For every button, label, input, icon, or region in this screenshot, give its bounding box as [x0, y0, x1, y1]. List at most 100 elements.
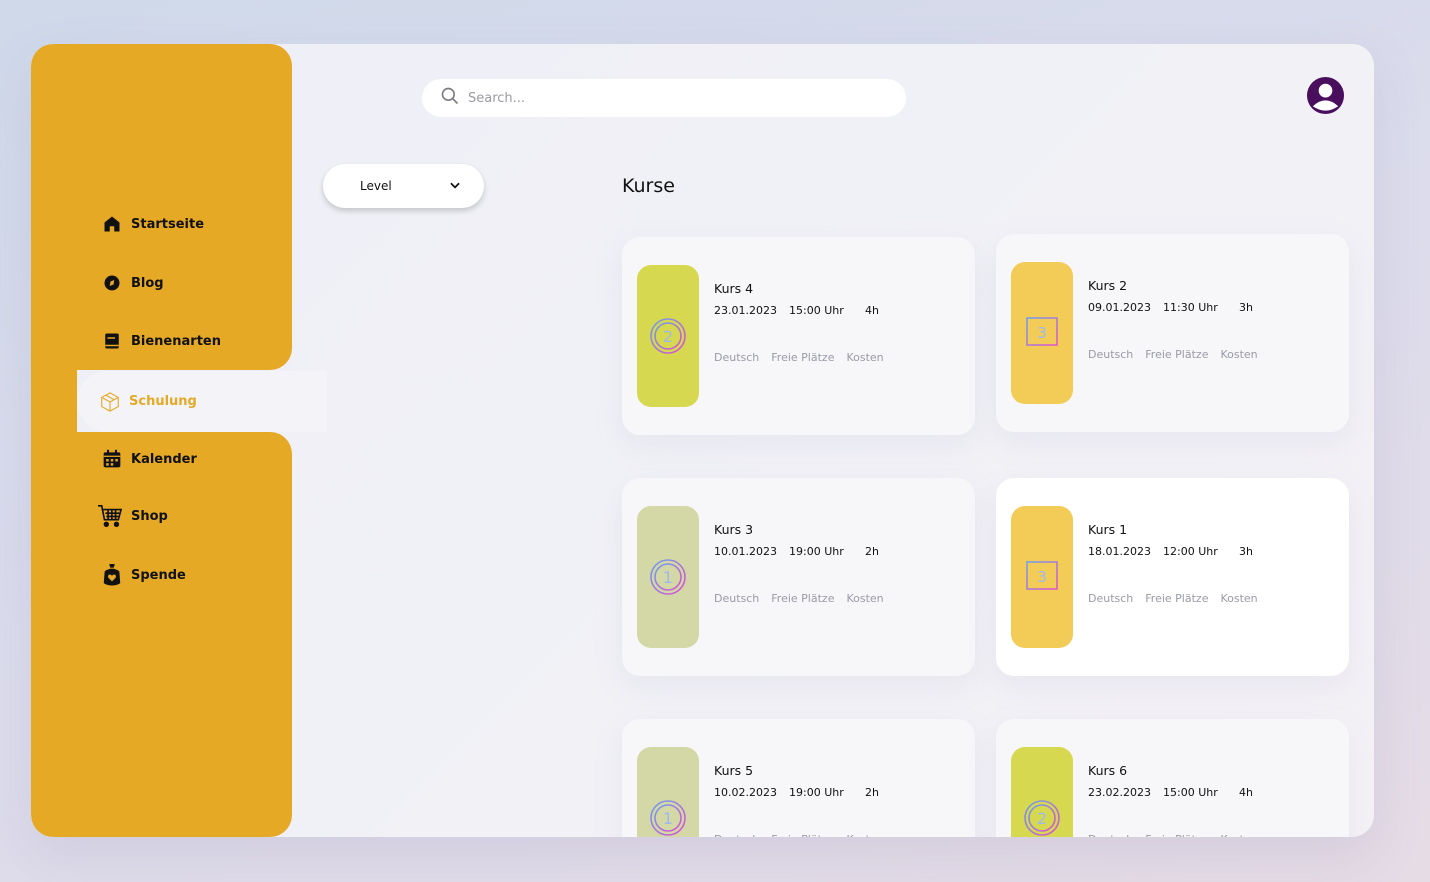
- course-time: 15:00 Uhr: [1163, 786, 1218, 799]
- course-duration: 3h: [1239, 545, 1253, 558]
- course-info: Deutsch Freie Plätze Kosten: [1088, 348, 1258, 361]
- course-info: Deutsch Freie Plätze Kosten: [714, 592, 884, 605]
- sidebar-gapfill: [31, 364, 77, 438]
- course-duration: 2h: [865, 545, 879, 558]
- course-card[interactable]: 2 Kurs 6 23.02.2023 15:00 Uhr 4h Deutsch…: [996, 719, 1349, 837]
- svg-text:2: 2: [663, 327, 673, 346]
- course-time: 19:00 Uhr: [789, 786, 844, 799]
- course-meta: 23.02.2023 15:00 Uhr 4h: [1088, 786, 1253, 799]
- course-time: 19:00 Uhr: [789, 545, 844, 558]
- course-date: 09.01.2023: [1088, 301, 1151, 314]
- sidebar-item-blog[interactable]: Blog: [101, 272, 164, 294]
- course-name: Kurs 4: [714, 281, 754, 296]
- course-card[interactable]: 3 Kurs 1 18.01.2023 12:00 Uhr 3h Deutsch…: [996, 478, 1349, 676]
- sidebar-item-startseite[interactable]: Startseite: [101, 213, 204, 235]
- svg-text:2: 2: [1037, 809, 1047, 828]
- svg-text:3: 3: [1037, 568, 1047, 586]
- sidebar-item-label: Spende: [131, 567, 186, 583]
- course-cost: Kosten: [846, 592, 884, 605]
- course-time: 11:30 Uhr: [1163, 301, 1218, 314]
- search-icon: [440, 86, 460, 110]
- course-thumbnail: 1: [637, 506, 699, 648]
- course-duration: 4h: [865, 304, 879, 317]
- course-seats: Freie Plätze: [1145, 833, 1208, 837]
- level-2-icon: 2: [1024, 800, 1060, 836]
- course-meta: 10.02.2023 19:00 Uhr 2h: [714, 786, 879, 799]
- course-duration: 2h: [865, 786, 879, 799]
- course-language: Deutsch: [714, 351, 760, 364]
- sidebar-bottom: [31, 432, 292, 837]
- sidebar-item-schulung[interactable]: Schulung: [77, 371, 327, 432]
- course-card[interactable]: 1 Kurs 3 10.01.2023 19:00 Uhr 2h Deutsch…: [622, 478, 975, 676]
- course-card[interactable]: 3 Kurs 2 09.01.2023 11:30 Uhr 3h Deutsch…: [996, 234, 1349, 432]
- course-thumbnail: 3: [1011, 262, 1073, 404]
- home-icon: [101, 213, 123, 235]
- course-card[interactable]: 2 Kurs 4 23.01.2023 15:00 Uhr 4h Deutsch…: [622, 237, 975, 435]
- course-thumbnail: 1: [637, 747, 699, 837]
- course-name: Kurs 2: [1088, 278, 1128, 293]
- course-date: 10.02.2023: [714, 786, 777, 799]
- level-dropdown-label: Level: [360, 179, 392, 193]
- course-meta: 23.01.2023 15:00 Uhr 4h: [714, 304, 879, 317]
- sidebar-item-spende[interactable]: Spende: [101, 564, 186, 586]
- search-input[interactable]: [468, 90, 848, 106]
- course-card[interactable]: 1 Kurs 5 10.02.2023 19:00 Uhr 2h Deutsch…: [622, 719, 975, 837]
- course-meta: 10.01.2023 19:00 Uhr 2h: [714, 545, 879, 558]
- sidebar-item-shop[interactable]: Shop: [97, 505, 168, 527]
- svg-text:3: 3: [1037, 324, 1047, 342]
- course-name: Kurs 1: [1088, 522, 1128, 537]
- course-info: Deutsch Freie Plätze Kosten: [714, 833, 884, 837]
- course-time: 15:00 Uhr: [789, 304, 844, 317]
- level-3-icon: 3: [1026, 317, 1058, 349]
- course-language: Deutsch: [714, 833, 759, 837]
- sidebar-item-label: Kalender: [131, 451, 197, 467]
- course-cost: Kosten: [1220, 348, 1258, 361]
- svg-text:1: 1: [663, 809, 673, 828]
- sidebar-item-label: Blog: [131, 275, 164, 291]
- course-date: 23.01.2023: [714, 304, 777, 317]
- sidebar-item-bienenarten[interactable]: Bienenarten: [101, 330, 221, 352]
- sidebar-top: [31, 44, 292, 370]
- app-window: Startseite Blog Bienenarten Schulung Kal…: [31, 44, 1374, 837]
- course-meta: 09.01.2023 11:30 Uhr 3h: [1088, 301, 1253, 314]
- course-info: Deutsch Freie Plätze Kosten: [1088, 592, 1258, 605]
- course-meta: 18.01.2023 12:00 Uhr 3h: [1088, 545, 1253, 558]
- cart-icon: [97, 505, 123, 527]
- course-name: Kurs 6: [1088, 763, 1128, 778]
- course-seats: Freie Plätze: [1145, 592, 1209, 605]
- package-icon: [99, 391, 121, 413]
- chevron-down-icon: [448, 178, 462, 195]
- course-name: Kurs 3: [714, 522, 754, 537]
- course-duration: 4h: [1239, 786, 1253, 799]
- search-bar[interactable]: [422, 79, 906, 117]
- page-title: Kurse: [622, 175, 675, 197]
- course-duration: 3h: [1239, 301, 1253, 314]
- sidebar-item-label: Shop: [131, 508, 168, 524]
- course-date: 10.01.2023: [714, 545, 777, 558]
- course-info: Deutsch Freie Plätze Kosten: [1088, 833, 1258, 837]
- course-cost: Kosten: [1220, 592, 1258, 605]
- level-2-icon: 2: [650, 318, 686, 354]
- sidebar-item-label: Startseite: [131, 216, 205, 232]
- sidebar-item-label: Schulung: [129, 394, 197, 409]
- blog-icon: [101, 272, 123, 294]
- level-1-icon: 1: [650, 800, 686, 836]
- sidebar-item-label: Bienenarten: [131, 333, 221, 349]
- course-info: Deutsch Freie Plätze Kosten: [714, 351, 884, 364]
- course-thumbnail: 3: [1011, 506, 1073, 648]
- course-seats: Freie Plätze: [771, 592, 835, 605]
- donation-icon: [101, 564, 123, 586]
- user-avatar[interactable]: [1306, 76, 1345, 115]
- course-cost: Kosten: [1220, 833, 1257, 837]
- course-cost: Kosten: [846, 351, 884, 364]
- book-icon: [101, 330, 123, 352]
- level-3-icon: 3: [1026, 561, 1058, 593]
- calendar-icon: [101, 448, 123, 470]
- course-thumbnail: 2: [637, 265, 699, 407]
- sidebar-item-kalender[interactable]: Kalender: [101, 448, 197, 470]
- level-1-icon: 1: [650, 559, 686, 595]
- level-dropdown[interactable]: Level: [323, 164, 484, 208]
- course-seats: Freie Plätze: [771, 833, 834, 837]
- course-date: 18.01.2023: [1088, 545, 1151, 558]
- course-time: 12:00 Uhr: [1163, 545, 1218, 558]
